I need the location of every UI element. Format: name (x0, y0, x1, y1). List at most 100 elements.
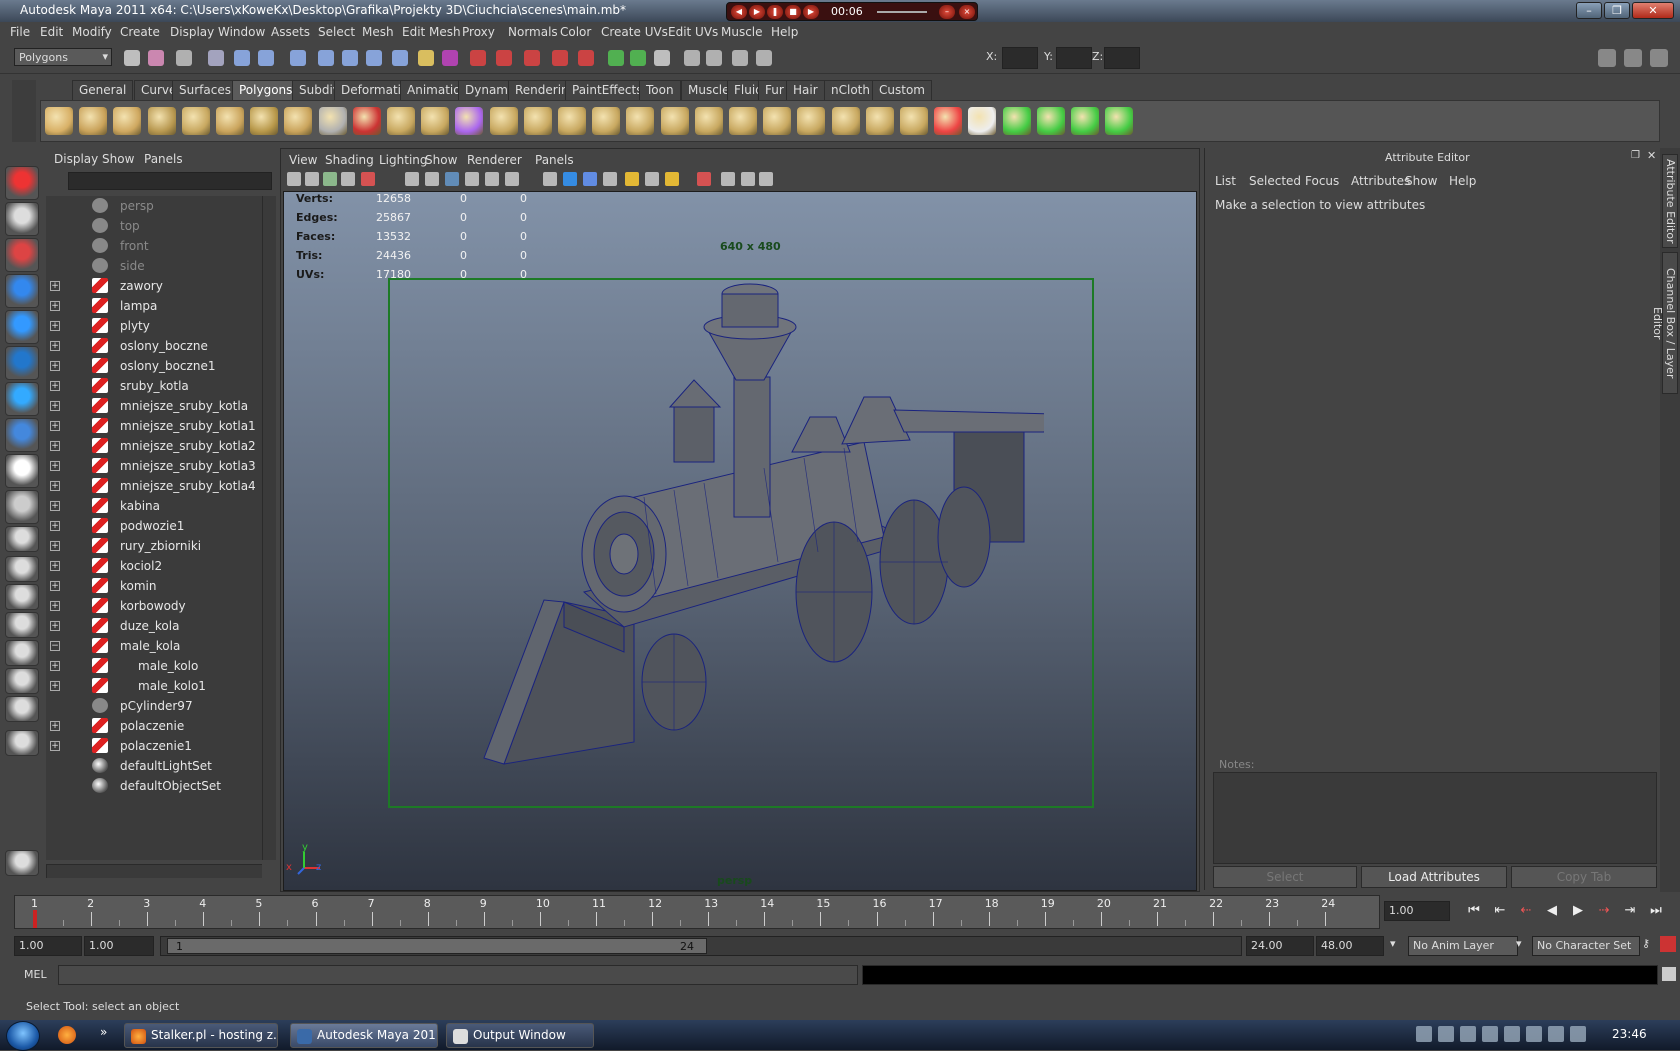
side-by-side-layout-icon[interactable] (5, 584, 39, 610)
tab-attribute-editor[interactable]: Attribute Editor (1662, 154, 1678, 248)
x-field[interactable] (1002, 47, 1038, 69)
expand-toggle-icon[interactable]: + (50, 321, 60, 331)
menu-proxy[interactable]: Proxy (462, 25, 495, 39)
step-back-key-button[interactable]: ⇤ (1490, 903, 1510, 921)
y-field[interactable] (1056, 47, 1092, 69)
attribute-menu-focus[interactable]: Focus (1305, 174, 1339, 188)
viewport-toolbar-icon[interactable] (625, 172, 639, 186)
shelf-tool-icon[interactable] (79, 107, 108, 135)
winamp-mini-player[interactable]: ◀ ▶ ❚ ■ ▶ 00:06 – × (726, 2, 978, 21)
expand-toggle-icon[interactable]: + (50, 501, 60, 511)
shelf-tool-icon[interactable] (318, 107, 347, 135)
menu-color[interactable]: Color (560, 25, 591, 39)
toolbar-icon[interactable] (578, 50, 594, 66)
menu-muscle[interactable]: Muscle (721, 25, 763, 39)
viewport-toolbar-icon[interactable] (465, 172, 479, 186)
outliner-item[interactable]: + podwozie1 (46, 516, 262, 536)
outliner-item[interactable]: + oslony_boczne (46, 336, 262, 356)
menu-file[interactable]: File (10, 25, 30, 39)
expand-toggle-icon[interactable]: + (50, 681, 60, 691)
viewport-menu-shading[interactable]: Shading (325, 153, 374, 167)
outliner-item[interactable]: + kociol2 (46, 556, 262, 576)
toolbar-icon[interactable] (342, 50, 358, 66)
expand-toggle-icon[interactable]: + (50, 381, 60, 391)
expand-toggle-icon[interactable]: + (50, 481, 60, 491)
rotate-tool-icon[interactable] (5, 310, 39, 344)
menu-normals[interactable]: Normals (508, 25, 558, 39)
outliner-item[interactable]: + korbowody (46, 596, 262, 616)
menu-display[interactable]: Display (170, 25, 214, 39)
shelf-tool-icon[interactable] (1105, 107, 1134, 135)
expand-toggle-icon[interactable]: + (50, 361, 60, 371)
step-forward-key-button[interactable]: ⇥ (1620, 903, 1640, 921)
viewport-toolbar-icon[interactable] (287, 172, 301, 186)
shelf-tool-icon[interactable] (523, 107, 552, 135)
shelf-tool-icon[interactable] (387, 107, 415, 135)
toolbar-icon[interactable] (524, 50, 540, 66)
toolbar-icon[interactable] (418, 50, 434, 66)
viewport-toolbar-icon[interactable] (505, 172, 519, 186)
outliner-item[interactable]: + oslony_boczne1 (46, 356, 262, 376)
clock[interactable]: 23:46 (1612, 1027, 1647, 1041)
current-time-field[interactable]: 1.00 (1384, 901, 1450, 921)
tab-general[interactable]: General (72, 80, 134, 100)
shelf-tool-icon[interactable] (216, 107, 244, 135)
end-time-field[interactable]: 48.00 (1316, 936, 1384, 956)
outliner-item[interactable]: + duze_kola (46, 616, 262, 636)
graph-layout-icon[interactable] (5, 668, 39, 694)
soft-mod-icon[interactable] (5, 418, 39, 452)
toolbar-icon[interactable] (654, 50, 670, 66)
render-icon[interactable] (5, 850, 39, 876)
language-icon[interactable] (1570, 1026, 1586, 1042)
viewport-menu-lighting[interactable]: Lighting (379, 153, 428, 167)
anim-layer-selector[interactable]: No Anim Layer (1408, 936, 1518, 956)
expand-toggle-icon[interactable]: + (50, 721, 60, 731)
range-slider-handle[interactable]: 1 24 (167, 938, 707, 954)
range-start-field[interactable]: 1.00 (84, 936, 154, 956)
range-end-field[interactable]: 24.00 (1246, 936, 1314, 956)
outliner-item[interactable]: + mniejsze_sruby_kotla3 (46, 456, 262, 476)
hypershade-layout-icon[interactable] (5, 640, 39, 666)
outliner-item[interactable]: defaultLightSet (46, 756, 262, 776)
volume-icon[interactable] (1548, 1026, 1564, 1042)
attribute-menu-selected[interactable]: Selected (1249, 174, 1301, 188)
tab-ncloth[interactable]: nCloth (824, 80, 877, 100)
key-icon[interactable]: ⚷ (1642, 937, 1650, 950)
sculpt-icon[interactable] (5, 490, 39, 524)
step-forward-frame-button[interactable]: ⇢ (1594, 903, 1614, 921)
toolbar-icon[interactable] (208, 50, 224, 66)
tab-hair[interactable]: Hair (786, 80, 825, 100)
usb-icon[interactable] (1504, 1026, 1520, 1042)
menu-help[interactable]: Help (771, 25, 798, 39)
shelf-tool-icon[interactable] (797, 107, 826, 135)
single-layout-icon[interactable] (5, 526, 39, 552)
outliner-item[interactable]: + polaczenie (46, 716, 262, 736)
viewport-toolbar-icon[interactable] (341, 172, 355, 186)
viewport-toolbar-icon[interactable] (543, 172, 557, 186)
viewport-toolbar-icon[interactable] (741, 172, 755, 186)
menu-edit-mesh[interactable]: Edit Mesh (402, 25, 461, 39)
outliner-item[interactable]: − male_kola (46, 636, 262, 656)
z-field[interactable] (1104, 47, 1140, 69)
shelf-tool-icon[interactable] (45, 107, 73, 135)
notes-textarea[interactable] (1213, 772, 1657, 864)
chevron-down-icon[interactable]: ▾ (1516, 937, 1522, 950)
outliner-item[interactable]: + kabina (46, 496, 262, 516)
outliner-menu-display[interactable]: Display (54, 152, 98, 166)
viewport-toolbar-icon[interactable] (305, 172, 319, 186)
manipulator-icon[interactable] (5, 382, 39, 416)
viewport-toolbar-icon[interactable] (721, 172, 735, 186)
winamp-volume-slider[interactable] (877, 11, 927, 13)
outliner-item[interactable]: + mniejsze_sruby_kotla4 (46, 476, 262, 496)
outliner-item[interactable]: + komin (46, 576, 262, 596)
menu-edit[interactable]: Edit (40, 25, 63, 39)
select-button[interactable]: Select (1213, 866, 1357, 888)
minimize-button[interactable]: – (1576, 2, 1602, 19)
shelf-tool-icon[interactable] (284, 107, 313, 135)
scale-tool-icon[interactable] (5, 346, 39, 380)
chevron-down-icon[interactable]: ▾ (1390, 937, 1396, 950)
go-to-end-button[interactable]: ⏭ (1646, 903, 1666, 921)
winamp-close-button[interactable]: × (959, 5, 975, 19)
shelf-tool-icon[interactable] (900, 107, 928, 135)
winamp-minimize-button[interactable]: – (939, 5, 955, 19)
